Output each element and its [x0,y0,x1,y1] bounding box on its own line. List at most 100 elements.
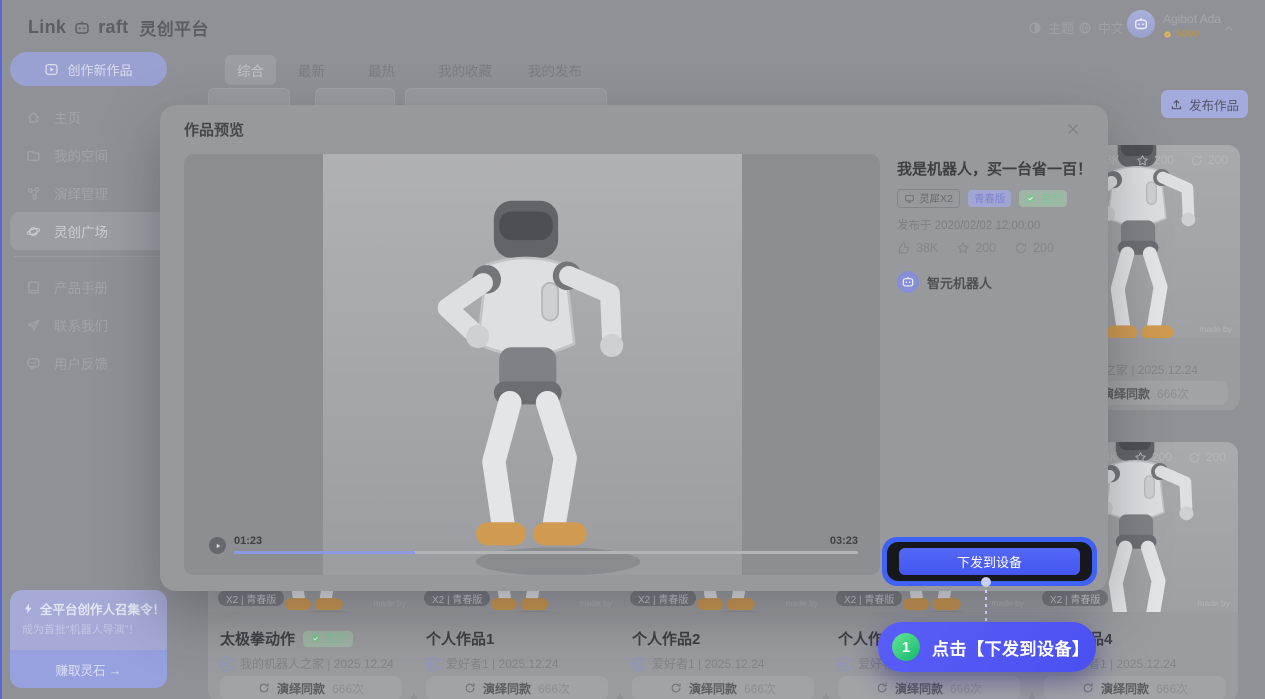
publish-work-button[interactable]: 发布作品 [1161,90,1248,118]
sidebar-item-product-manual[interactable]: 产品手册 [10,268,167,306]
official-tag: 官方 [303,631,353,647]
user-menu-chevron[interactable] [1222,20,1235,38]
theme-toggle[interactable]: 主题 [1028,18,1074,37]
card-title-row: 个人作品2 [632,628,700,649]
deploy-to-device-button[interactable]: 下发到设备 [899,548,1080,575]
perform-count: 666次 [950,680,982,697]
progress-bar[interactable] [234,551,858,554]
author-avatar [897,271,919,293]
sidebar-item-my-space[interactable]: 我的空间 [10,136,167,174]
author-avatar-icon [838,657,852,671]
modal-title: 作品预览 [184,119,244,140]
card-author: 爱好者1 | 2025.12.24 [426,655,559,672]
check-circle-icon [1025,193,1036,204]
perform-same-button[interactable]: 演绎同款 666次 [838,676,1020,699]
folder-icon [26,148,41,163]
share-icon [1188,451,1201,464]
card-title: 个人作品1 [426,628,494,649]
perform-same-button[interactable]: 演绎同款 666次 [426,676,608,699]
tour-tooltip[interactable]: 1 点击【下发到设备】 [878,622,1096,672]
play-icon [213,541,223,551]
sidebar-item-label: 主页 [54,107,81,127]
official-tag: 官方 [1019,190,1067,207]
brand-prefix: Link [28,17,66,38]
promo-title-row: 全平台创作人召集令！ [22,599,165,618]
card-author: 爱好者1 | 2025.12.24 [632,655,765,672]
perform-label: 演绎同款 [895,680,943,697]
author-name: 智元机器人 [927,273,992,292]
home-icon [26,110,41,125]
brand-suffix: raft [98,17,128,38]
tab-hottest[interactable]: 最热 [368,55,395,85]
card-title: 个人作品2 [632,628,700,649]
work-stats: 38K 200 200 [897,241,1097,255]
sidebar-item-lingchuang-square[interactable]: 灵创广场 [10,212,167,250]
sidebar-item-label: 产品手册 [54,277,108,297]
language-switch[interactable]: 中文 [1078,18,1124,37]
modal-close-button[interactable] [1066,120,1080,138]
tab-latest[interactable]: 最新 [298,55,325,85]
star-icon [1134,451,1147,464]
perform-count: 666次 [332,680,364,697]
official-label: 官方 [325,631,346,646]
upload-icon [1170,98,1183,111]
create-work-button[interactable]: 创作新作品 [10,52,167,86]
perform-count: 666次 [1157,385,1189,402]
tour-step-label: 点击【下发到设备】 [932,635,1090,660]
share-icon [1190,154,1203,167]
send-icon [26,318,41,333]
made-by-watermark: made by [785,598,818,608]
share-count: 200 [1206,450,1226,464]
like-stat[interactable]: 38K [897,241,938,255]
work-title: 我是机器人，买一台省一百！ [897,158,1097,179]
promo-subtitle: 成为首批“机器人导演”！ [22,621,139,637]
loop-icon [464,682,476,694]
tab-my-favorites[interactable]: 我的收藏 [438,55,492,85]
tab-my-posts[interactable]: 我的发布 [528,55,582,85]
user-avatar[interactable] [1127,10,1155,38]
loop-icon [876,682,888,694]
nodes-icon [26,186,41,201]
earn-lingshi-button[interactable]: 赚取灵石 → [10,650,167,688]
star-stat[interactable]: 200 [956,241,996,255]
play-button[interactable] [209,537,226,554]
perform-same-button[interactable]: 演绎同款 666次 [1044,676,1226,699]
author-avatar-icon [220,657,234,671]
video-player[interactable]: 01:23 03:23 [184,154,880,575]
work-author-row[interactable]: 智元机器人 [897,271,1097,293]
share-stat[interactable]: 200 [1014,241,1054,255]
model-badge: X2 | 青春版 [424,590,490,606]
globe-icon [1078,21,1092,35]
edition-tag: 青春版 [968,190,1012,207]
perform-same-button[interactable]: 演绎同款 666次 [220,676,402,699]
publish-date: 发布于 2020/02/02 12:00:00 [897,217,1097,233]
sidebar-item-home[interactable]: 主页 [10,98,167,136]
perform-same-button[interactable]: 演绎同款 666次 [632,676,814,699]
sidebar-item-label: 演绎管理 [54,183,108,203]
close-icon [1066,122,1080,136]
author-avatar-icon [426,657,440,671]
loop-icon [670,682,682,694]
model-badge: X2 | 青春版 [630,590,696,606]
sidebar-item-contact-us[interactable]: 联系我们 [10,306,167,344]
tour-connector-line [985,590,987,621]
brand-logo-icon [73,19,91,37]
robot-illustration [401,190,651,575]
star-count: 200 [975,241,996,255]
model-badge: X2 | 青春版 [1042,590,1108,606]
card-title: 太极拳动作 [220,628,295,649]
sidebar-item-user-feedback[interactable]: 用户反馈 [10,344,167,382]
app-root: Link raft 灵创平台 主题 中文 Agibot Ada 5000 创作新… [0,0,1265,699]
star-count: 200 [1152,450,1172,464]
contrast-icon [1028,21,1042,35]
promo-title: 全平台创作人召集令！ [40,599,165,618]
tab-comprehensive[interactable]: 综合 [225,55,276,85]
promo-card: 全平台创作人召集令！ 成为首批“机器人导演”！ 赚取灵石 → [10,590,167,688]
sidebar-item-performance-mgmt[interactable]: 演绎管理 [10,174,167,212]
language-label: 中文 [1098,18,1124,37]
perform-label: 演绎同款 [689,680,737,697]
window-accent-strip [0,0,2,699]
author-avatar-icon [632,657,646,671]
progress-fill [234,551,415,554]
create-video-icon [44,62,59,77]
